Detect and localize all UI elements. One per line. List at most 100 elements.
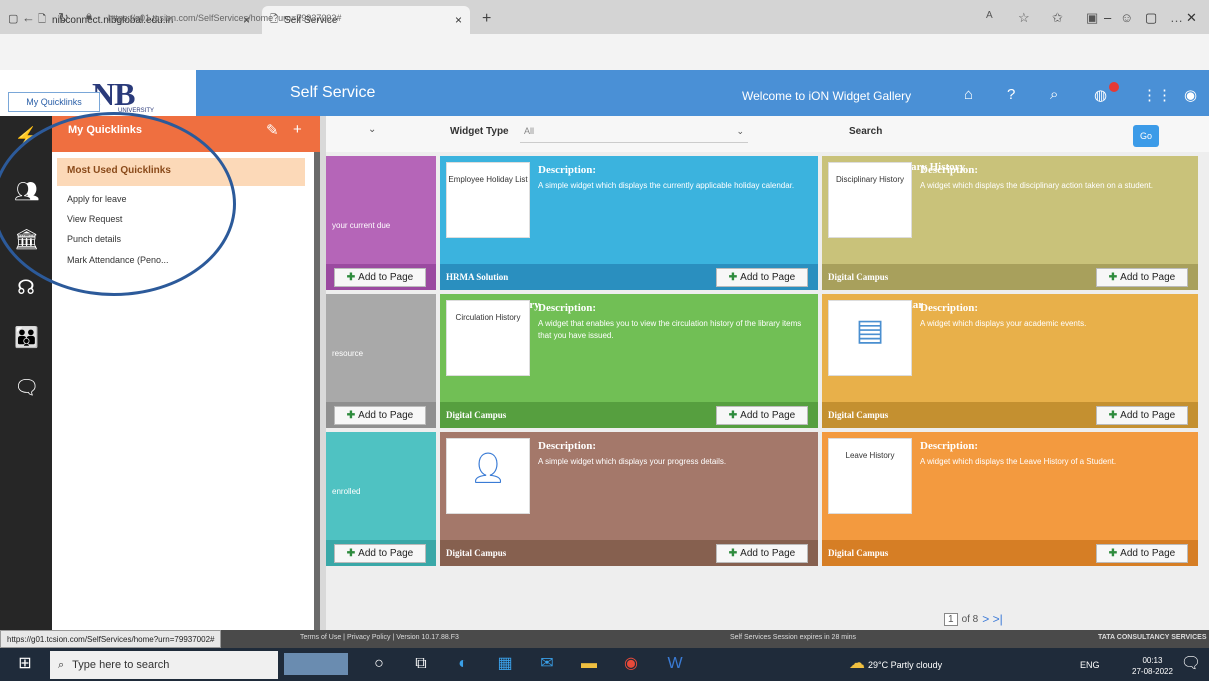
widget-partial-1: your current due ✚ Add to Page xyxy=(326,156,436,290)
search-icon[interactable]: ⌕ xyxy=(1050,86,1058,103)
add-to-page-button[interactable]: ✚ Add to Page xyxy=(1096,544,1188,563)
widget-type-value: All xyxy=(524,126,535,136)
widget-academic-calendar[interactable]: Academic Calendar ▤ Description: A widge… xyxy=(822,294,1198,428)
add-to-page-button[interactable]: ✚ Add to Page xyxy=(334,544,426,563)
search-icon: ⌕ xyxy=(58,658,65,671)
maximize-button[interactable]: ▢ xyxy=(1145,10,1157,26)
company-name: TATA CONSULTANCY SERVICES xyxy=(1098,634,1207,641)
back-icon[interactable]: ← xyxy=(22,10,35,25)
add-label: Add to Page xyxy=(740,548,796,559)
widget-thumbnail: Leave History xyxy=(828,438,912,514)
widget-body xyxy=(326,156,436,264)
add-label: Add to Page xyxy=(358,272,414,283)
help-icon[interactable]: ? xyxy=(1007,86,1015,103)
page-count: of 8 xyxy=(961,613,979,625)
widget-description: resource xyxy=(332,349,364,358)
add-to-page-button[interactable]: ✚ Add to Page xyxy=(716,268,808,287)
add-to-page-button[interactable]: ✚ Add to Page xyxy=(334,268,426,287)
chevron-down-icon: ⌄ xyxy=(736,126,744,136)
user-icon[interactable]: ◉ xyxy=(1184,86,1197,104)
notification-center-icon[interactable]: 🗨︎ xyxy=(1180,653,1202,675)
mail-icon[interactable]: ✉ xyxy=(536,653,558,675)
go-button[interactable]: Go xyxy=(1133,125,1159,147)
add-to-page-button[interactable]: ✚ Add to Page xyxy=(334,406,426,425)
widget-thumbnail: Disciplinary History xyxy=(828,162,912,238)
read-aloud-icon[interactable]: A xyxy=(986,10,993,21)
url-field[interactable]: https://g01.tcsion.com/SelfServices/home… xyxy=(108,13,341,23)
edit-icon[interactable]: ✎ xyxy=(266,121,279,139)
welcome-text[interactable]: Welcome to iON Widget Gallery xyxy=(742,89,911,103)
taskbar-clock[interactable]: 00:13 27-08-2022 xyxy=(1132,655,1173,677)
add-label: Add to Page xyxy=(358,548,414,559)
my-quicklinks-tooltip: My Quicklinks xyxy=(8,92,100,112)
weather-text[interactable]: 29°C Partly cloudy xyxy=(868,660,942,670)
address-bar xyxy=(0,34,1209,70)
language-indicator[interactable]: ENG xyxy=(1080,660,1100,670)
taskbar-search[interactable]: ⌕ Type here to search xyxy=(50,651,278,679)
screen: ▢ 🗋 nibconnect.nibglobal.edu.in × 🗋 Self… xyxy=(0,0,1209,681)
group-icon[interactable]: 👪︎ xyxy=(14,326,39,350)
widget-disciplinary-history[interactable]: Student Disciplinary History Disciplinar… xyxy=(822,156,1198,290)
add-label: Add to Page xyxy=(1120,272,1176,283)
tab-actions-icon[interactable]: ▢ xyxy=(8,12,18,25)
plus-icon: ✚ xyxy=(1108,272,1118,283)
refresh-icon[interactable]: ↻ xyxy=(58,10,69,26)
widget-description: A simple widget which displays your prog… xyxy=(538,457,727,466)
pagination: 1 of 8 > >| xyxy=(944,612,1003,626)
close-window-button[interactable]: ✕ xyxy=(1186,10,1197,26)
next-page-button[interactable]: > >| xyxy=(982,612,1002,626)
favorite-add-icon[interactable]: ☆ xyxy=(1018,10,1030,26)
plus-icon: ✚ xyxy=(728,272,738,283)
page-number-input[interactable]: 1 xyxy=(944,612,958,626)
clock-date: 27-08-2022 xyxy=(1132,667,1173,676)
taskbar-search-placeholder: Type here to search xyxy=(72,659,170,671)
edge-icon[interactable]: ◐ xyxy=(452,653,474,675)
add-label: Add to Page xyxy=(358,410,414,421)
feedback-icon[interactable]: 🗨︎ xyxy=(14,376,39,400)
minimize-button[interactable]: – xyxy=(1104,10,1111,25)
widget-description: your current due xyxy=(332,221,391,230)
add-icon[interactable]: + xyxy=(293,121,302,138)
word-icon[interactable]: W xyxy=(664,653,686,675)
cortana-icon[interactable]: ○ xyxy=(368,653,390,675)
more-icon[interactable]: … xyxy=(1170,10,1183,25)
widget-progress-detail[interactable]: Progress Detail 👤︎ Description: A simple… xyxy=(440,432,818,566)
support-icon[interactable]: ☊ xyxy=(14,276,38,300)
apps-grid-icon[interactable]: ⋮⋮ xyxy=(1142,86,1172,104)
footer-links[interactable]: Terms of Use | Privacy Policy | Version … xyxy=(300,634,459,641)
favorites-icon[interactable]: ✩ xyxy=(1052,10,1063,26)
chevron-down-icon[interactable]: ⌄ xyxy=(368,124,376,135)
windows-start-icon[interactable]: ⊞ xyxy=(14,653,36,675)
new-tab-button[interactable]: + xyxy=(482,10,491,28)
add-label: Add to Page xyxy=(1120,410,1176,421)
store-icon[interactable]: ▦ xyxy=(494,653,516,675)
add-to-page-button[interactable]: ✚ Add to Page xyxy=(1096,268,1188,287)
page-title: Self Service xyxy=(290,84,376,101)
widget-type-select[interactable]: All ⌄ xyxy=(520,121,748,143)
tab-close-icon[interactable]: × xyxy=(455,13,462,27)
chrome-icon[interactable]: ◉ xyxy=(620,653,642,675)
news-widget-icon[interactable] xyxy=(284,653,348,675)
profile-icon[interactable]: ☺ xyxy=(1120,10,1133,25)
task-view-icon[interactable]: ⧉ xyxy=(410,653,432,675)
home-icon[interactable]: ⌂ xyxy=(964,86,973,103)
notification-badge xyxy=(1109,82,1119,92)
widget-description-heading: Description: xyxy=(920,440,979,452)
plus-icon: ✚ xyxy=(1108,410,1118,421)
widget-holiday-list[interactable]: Holiday List Employee Holiday List Descr… xyxy=(440,156,818,290)
add-to-page-button[interactable]: ✚ Add to Page xyxy=(716,544,808,563)
widget-partial-2: resource ✚ Add to Page xyxy=(326,294,436,428)
add-label: Add to Page xyxy=(740,410,796,421)
lock-icon[interactable]: 🔒︎ xyxy=(86,10,92,23)
add-to-page-button[interactable]: ✚ Add to Page xyxy=(716,406,808,425)
widget-circulation-history[interactable]: Circulation History Circulation History … xyxy=(440,294,818,428)
widget-description: A widget which displays the disciplinary… xyxy=(920,181,1154,190)
widget-description: A simple widget which displays the curre… xyxy=(538,181,795,190)
collections-icon[interactable]: ▣ xyxy=(1086,10,1098,26)
globe-icon[interactable]: ◍ xyxy=(1094,86,1107,104)
weather-icon[interactable]: ☁ xyxy=(846,653,868,675)
add-to-page-button[interactable]: ✚ Add to Page xyxy=(1096,406,1188,425)
add-label: Add to Page xyxy=(740,272,796,283)
file-explorer-icon[interactable]: ▬ xyxy=(578,653,600,675)
widget-leave-history[interactable]: Leave History Leave History Description:… xyxy=(822,432,1198,566)
